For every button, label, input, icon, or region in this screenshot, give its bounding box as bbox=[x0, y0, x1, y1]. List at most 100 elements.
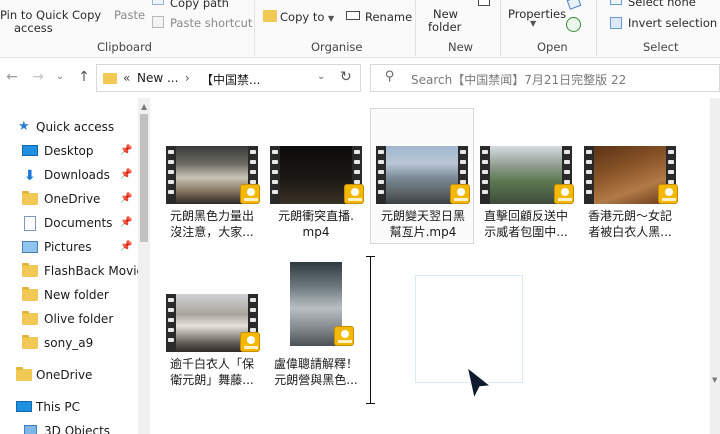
pin-icon: 📌 bbox=[120, 145, 133, 156]
video-thumbnail bbox=[166, 146, 260, 204]
nav-item-flashback-movies[interactable]: FlashBack Movies bbox=[0, 260, 150, 282]
paste-shortcut-button[interactable]: Paste shortcut bbox=[170, 16, 252, 30]
file-tile[interactable]: 盧偉聰請解釋！ 元朗營與黑色... bbox=[264, 256, 368, 392]
onedrive-folder-icon bbox=[16, 367, 32, 381]
history-icon[interactable] bbox=[566, 17, 581, 32]
pin-to-quick-access-label[interactable]: Pin to Quick bbox=[0, 8, 69, 22]
properties-button[interactable]: Properties bbox=[508, 7, 566, 21]
video-thumbnail bbox=[584, 146, 678, 204]
search-input[interactable]: Search【中国禁闻】7月21日完整版 22 bbox=[411, 71, 626, 88]
nav-item-olive-folder[interactable]: Olive folder bbox=[0, 308, 138, 330]
text-cursor-ibeam-bottom bbox=[366, 403, 375, 404]
player-badge-icon bbox=[240, 184, 260, 204]
filmstrip-left bbox=[270, 146, 280, 204]
address-bar[interactable]: « New ... › 【中国禁... ⌄ ↻ bbox=[96, 64, 361, 92]
file-name-line2: 沒注意，大家... bbox=[170, 225, 254, 239]
nav-item-onedrive-folder[interactable]: OneDrive 📌 bbox=[0, 188, 138, 210]
invert-selection-icon bbox=[610, 17, 622, 29]
video-thumbnail bbox=[166, 294, 260, 352]
refresh-icon[interactable]: ↻ bbox=[340, 69, 352, 85]
ribbon: Pin to Quick access Copy Paste Copy path… bbox=[0, 0, 720, 58]
rename-button[interactable]: Rename bbox=[365, 10, 412, 24]
file-name-line2: 衛元朗」舞藤... bbox=[170, 373, 254, 387]
new-item-icon[interactable] bbox=[478, 0, 490, 6]
nav-item-new-folder[interactable]: New folder bbox=[0, 284, 138, 306]
copy-path-icon bbox=[152, 0, 164, 5]
file-tile[interactable]: 逾千白衣人「保 衛元朗」舞藤... bbox=[160, 256, 264, 392]
select-none-button[interactable]: Select none bbox=[628, 0, 696, 9]
pin-to-quick-access-label-2[interactable]: access bbox=[14, 21, 53, 35]
pin-icon: 📌 bbox=[120, 217, 133, 228]
chevron-down-icon[interactable]: ▼ bbox=[530, 19, 536, 28]
folder-icon bbox=[103, 73, 117, 84]
player-badge-icon bbox=[554, 184, 574, 204]
open-group-label: Open bbox=[537, 40, 568, 54]
edit-icon[interactable] bbox=[566, 0, 582, 10]
file-name-line2: 示威者包圍中... bbox=[484, 225, 568, 239]
nav-item-label: Pictures bbox=[44, 240, 92, 254]
download-arrow-icon: ⬇ bbox=[24, 168, 36, 184]
recent-locations-button[interactable]: ⌄ bbox=[52, 68, 68, 86]
nav-item-desktop[interactable]: Desktop 📌 bbox=[0, 140, 138, 162]
invert-selection-button[interactable]: Invert selection bbox=[628, 16, 717, 30]
copy-button[interactable]: Copy bbox=[72, 8, 101, 22]
player-badge-icon bbox=[240, 332, 260, 352]
thumbnail-frame bbox=[176, 146, 248, 204]
folder-icon bbox=[22, 287, 38, 301]
file-tile[interactable]: 元朗黑色力量出 沒注意，大家... bbox=[160, 110, 264, 246]
new-folder-button[interactable]: New bbox=[433, 7, 458, 21]
filmstrip-left bbox=[480, 146, 490, 204]
nav-onedrive[interactable]: OneDrive bbox=[0, 364, 138, 386]
video-thumbnail bbox=[270, 146, 364, 204]
nav-item-label: Downloads bbox=[44, 168, 110, 182]
breadcrumb-new-folder[interactable]: New ... bbox=[137, 71, 178, 85]
nav-item-label: Olive folder bbox=[44, 312, 114, 326]
new-group-label: New bbox=[448, 40, 474, 54]
rename-icon bbox=[346, 11, 360, 20]
content-scrollbar[interactable]: ▼ bbox=[710, 98, 720, 434]
nav-scrollbar[interactable]: ▲ bbox=[138, 98, 150, 434]
copy-path-button[interactable]: Copy path bbox=[170, 0, 229, 10]
scroll-down-icon[interactable]: ▼ bbox=[712, 376, 717, 384]
clipboard-group-label: Clipboard bbox=[97, 40, 152, 54]
forward-button[interactable]: → bbox=[30, 68, 46, 86]
breadcrumb-overflow[interactable]: « bbox=[123, 71, 130, 85]
nav-item-documents[interactable]: Documents 📌 bbox=[0, 212, 138, 234]
folder-icon bbox=[22, 191, 38, 205]
nav-item-pictures[interactable]: Pictures 📌 bbox=[0, 236, 138, 258]
text-cursor-ibeam-top bbox=[366, 256, 375, 257]
back-button[interactable]: ← bbox=[4, 68, 20, 86]
copy-to-button[interactable]: Copy to ▼ bbox=[280, 10, 334, 24]
scroll-up-icon[interactable]: ▲ bbox=[141, 102, 147, 111]
file-name-line2: 者被白衣人黑... bbox=[588, 225, 672, 239]
nav-item-label: New folder bbox=[44, 288, 109, 302]
nav-this-pc[interactable]: This PC bbox=[0, 396, 138, 418]
nav-quick-access[interactable]: ★ Quick access bbox=[0, 116, 138, 138]
address-dropdown-icon[interactable]: ⌄ bbox=[317, 71, 325, 82]
file-tile[interactable]: 元朗衝突直播. mp4 bbox=[264, 110, 368, 246]
breadcrumb-current-folder[interactable]: 【中国禁... bbox=[201, 71, 260, 88]
documents-icon bbox=[24, 216, 36, 231]
thumbnail-frame bbox=[280, 146, 352, 204]
breadcrumb-separator[interactable]: › bbox=[185, 71, 190, 85]
file-name-line1: 逾千白衣人「保 bbox=[169, 357, 254, 371]
new-folder-button-line2[interactable]: folder bbox=[428, 20, 461, 34]
search-box[interactable]: ⚲ Search【中国禁闻】7月21日完整版 22 bbox=[370, 64, 720, 92]
file-tile-selected[interactable]: 元朗變天翌日黑 幫亙片.mp4 bbox=[370, 108, 474, 244]
ribbon-divider bbox=[596, 0, 597, 56]
file-name-line1: 盧偉聰請解釋！ bbox=[273, 357, 358, 371]
paste-shortcut-icon bbox=[152, 16, 164, 28]
ribbon-divider bbox=[415, 0, 416, 56]
up-button[interactable]: ↑ bbox=[76, 68, 92, 86]
organise-group-label: Organise bbox=[311, 40, 363, 54]
nav-scrollbar-thumb[interactable] bbox=[140, 114, 148, 242]
nav-item-sony-a9[interactable]: sony_a9 bbox=[0, 332, 138, 354]
paste-button[interactable]: Paste bbox=[114, 8, 145, 22]
file-tile[interactable]: 直擊回顧反送中 示威者包圍中... bbox=[474, 110, 578, 246]
nav-item-downloads[interactable]: ⬇ Downloads 📌 bbox=[0, 164, 138, 186]
nav-3d-objects[interactable]: 3D Objects bbox=[0, 420, 138, 434]
file-tile[interactable]: 香港元朗～女記 者被白衣人黑... bbox=[578, 110, 682, 246]
nav-item-label: FlashBack Movies bbox=[44, 264, 151, 278]
star-icon: ★ bbox=[18, 119, 30, 134]
copy-to-folder-icon bbox=[263, 10, 277, 22]
